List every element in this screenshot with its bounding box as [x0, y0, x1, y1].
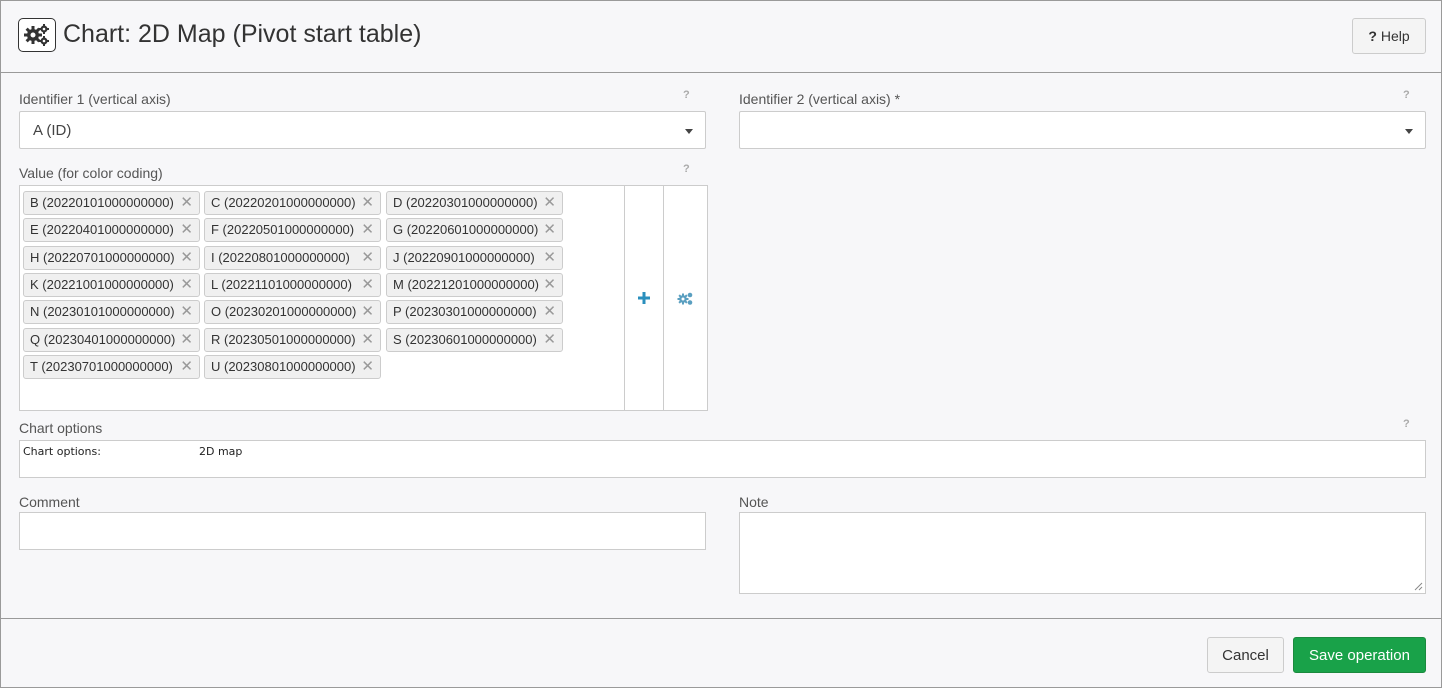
remove-tag-icon[interactable]: ✕	[543, 220, 556, 238]
value-tag-label: G (20220601000000000)	[393, 222, 539, 237]
note-textarea[interactable]	[739, 512, 1426, 594]
value-tag: U (20230801000000000) ✕	[204, 355, 381, 379]
dialog-header: Chart: 2D Map (Pivot start table) ? Help	[1, 1, 1441, 73]
value-tag: I (20220801000000000) ✕	[204, 246, 381, 270]
chart-options-key: Chart options:	[23, 445, 101, 458]
identifier1-value: A (ID)	[33, 122, 72, 139]
help-button-label: Help	[1380, 28, 1410, 44]
chart-options-field[interactable]: Chart options: 2D map	[19, 440, 1426, 478]
help-mark-icon: ?	[1368, 28, 1377, 44]
value-tag-label: F (20220501000000000)	[211, 222, 355, 237]
remove-tag-icon[interactable]: ✕	[543, 275, 556, 293]
remove-tag-icon[interactable]: ✕	[361, 275, 374, 293]
chevron-down-icon	[685, 129, 693, 134]
value-settings-button[interactable]	[663, 185, 708, 411]
value-tag: H (20220701000000000) ✕	[23, 246, 200, 270]
identifier1-help-icon[interactable]: ?	[683, 89, 690, 101]
remove-tag-icon[interactable]: ✕	[180, 248, 193, 266]
remove-tag-icon[interactable]: ✕	[180, 220, 193, 238]
resize-grip-icon[interactable]	[1414, 582, 1423, 591]
remove-tag-icon[interactable]: ✕	[361, 330, 374, 348]
remove-tag-icon[interactable]: ✕	[180, 302, 193, 320]
value-tag-label: O (20230201000000000)	[211, 304, 357, 319]
remove-tag-icon[interactable]: ✕	[361, 220, 374, 238]
value-tag: P (20230301000000000) ✕	[386, 300, 563, 324]
gears-icon	[18, 18, 56, 52]
help-button[interactable]: ? Help	[1352, 18, 1426, 54]
value-tag-input[interactable]: B (20220101000000000) ✕ C (202202010000000…	[19, 185, 625, 411]
value-tag-label: H (20220701000000000)	[30, 250, 175, 265]
value-tag-label: C (20220201000000000)	[211, 195, 356, 210]
value-tag: D (20220301000000000) ✕	[386, 191, 563, 215]
remove-tag-icon[interactable]: ✕	[180, 330, 193, 348]
value-tag: O (20230201000000000) ✕	[204, 300, 381, 324]
value-tag-label: L (20221101000000000)	[211, 277, 352, 292]
remove-tag-icon[interactable]: ✕	[543, 302, 556, 320]
value-tag-label: Q (20230401000000000)	[30, 332, 176, 347]
value-label: Value (for color coding)	[19, 165, 163, 181]
value-tag-label: B (20220101000000000)	[30, 195, 174, 210]
remove-tag-icon[interactable]: ✕	[543, 330, 556, 348]
value-tag-label: J (20220901000000000)	[393, 250, 535, 265]
value-tag-label: N (20230101000000000)	[30, 304, 175, 319]
value-tag-label: I (20220801000000000)	[211, 250, 350, 265]
operation-dialog: Chart: 2D Map (Pivot start table) ? Help…	[0, 0, 1442, 688]
identifier2-label: Identifier 2 (vertical axis) *	[739, 91, 901, 107]
remove-tag-icon[interactable]: ✕	[180, 275, 193, 293]
value-tag-label: M (20221201000000000)	[393, 277, 540, 292]
value-tag: T (20230701000000000) ✕	[23, 355, 200, 379]
value-tag: F (20220501000000000) ✕	[204, 218, 381, 242]
identifier2-select[interactable]	[739, 111, 1426, 149]
value-help-icon[interactable]: ?	[683, 163, 690, 175]
value-tag: C (20220201000000000) ✕	[204, 191, 381, 215]
remove-tag-icon[interactable]: ✕	[361, 193, 374, 211]
dialog-footer: Cancel Save operation	[1, 618, 1441, 688]
remove-tag-icon[interactable]: ✕	[361, 357, 374, 375]
add-value-button[interactable]	[624, 185, 664, 411]
value-tag: B (20220101000000000) ✕	[23, 191, 200, 215]
value-tag-label: P (20230301000000000)	[393, 304, 537, 319]
value-tag-label: R (20230501000000000)	[211, 332, 356, 347]
value-tag: N (20230101000000000) ✕	[23, 300, 200, 324]
value-tag-label: K (20221001000000000)	[30, 277, 174, 292]
chart-options-label: Chart options	[19, 420, 103, 436]
chevron-down-icon	[1405, 129, 1413, 134]
identifier1-select[interactable]: A (ID)	[19, 111, 706, 149]
gears-icon	[677, 292, 693, 305]
value-tag-label: S (20230601000000000)	[393, 332, 537, 347]
value-tag-label: T (20230701000000000)	[30, 359, 173, 374]
dialog-title: Chart: 2D Map (Pivot start table)	[63, 20, 422, 48]
value-tag-label: D (20220301000000000)	[393, 195, 538, 210]
chart-options-value: 2D map	[199, 445, 243, 458]
remove-tag-icon[interactable]: ✕	[361, 302, 374, 320]
remove-tag-icon[interactable]: ✕	[361, 248, 374, 266]
save-operation-button[interactable]: Save operation	[1293, 637, 1426, 673]
comment-input[interactable]	[19, 512, 706, 550]
cancel-button[interactable]: Cancel	[1207, 637, 1284, 673]
value-tag: R (20230501000000000) ✕	[204, 328, 381, 352]
note-label: Note	[739, 494, 769, 510]
value-tag: M (20221201000000000) ✕	[386, 273, 563, 297]
identifier1-label: Identifier 1 (vertical axis)	[19, 91, 171, 107]
value-tag: S (20230601000000000) ✕	[386, 328, 563, 352]
value-tag: Q (20230401000000000) ✕	[23, 328, 200, 352]
value-tag: J (20220901000000000) ✕	[386, 246, 563, 270]
value-tag: G (20220601000000000) ✕	[386, 218, 563, 242]
identifier2-help-icon[interactable]: ?	[1403, 89, 1410, 101]
value-tag: K (20221001000000000) ✕	[23, 273, 200, 297]
value-tag: L (20221101000000000) ✕	[204, 273, 381, 297]
comment-label: Comment	[19, 494, 80, 510]
chart-options-help-icon[interactable]: ?	[1403, 418, 1410, 430]
remove-tag-icon[interactable]: ✕	[543, 248, 556, 266]
remove-tag-icon[interactable]: ✕	[180, 193, 193, 211]
value-tag-label: U (20230801000000000)	[211, 359, 356, 374]
value-tag-label: E (20220401000000000)	[30, 222, 174, 237]
value-tag: E (20220401000000000) ✕	[23, 218, 200, 242]
remove-tag-icon[interactable]: ✕	[180, 357, 193, 375]
remove-tag-icon[interactable]: ✕	[543, 193, 556, 211]
plus-icon	[638, 292, 650, 304]
